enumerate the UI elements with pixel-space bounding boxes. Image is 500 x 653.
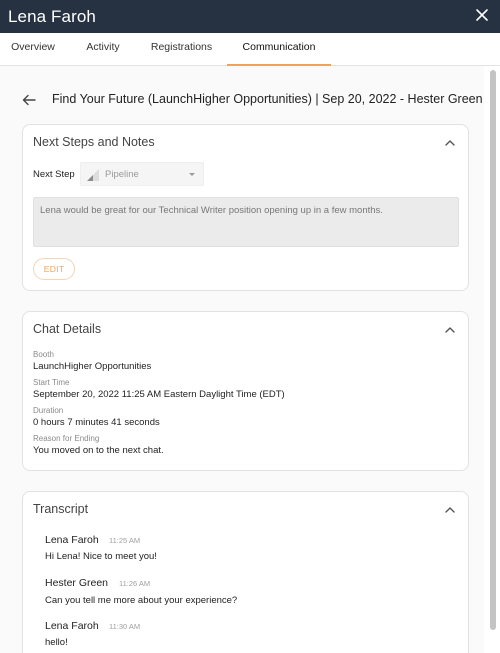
chevron-up-icon[interactable] bbox=[444, 504, 456, 516]
signal-bars-icon bbox=[87, 169, 99, 181]
message-time: 11:25 AM bbox=[109, 536, 141, 545]
page-header: Find Your Future (LaunchHigher Opportuni… bbox=[22, 91, 483, 111]
message-sender: Hester Green bbox=[45, 577, 109, 589]
chevron-up-icon[interactable] bbox=[444, 324, 456, 336]
booth-label: Booth bbox=[33, 350, 54, 359]
tab-communication[interactable]: Communication bbox=[227, 33, 331, 66]
transcript-title: Transcript bbox=[33, 502, 89, 516]
message-time: 11:26 AM bbox=[119, 579, 151, 588]
next-step-label: Next Step bbox=[33, 169, 75, 180]
reason-label: Reason for Ending bbox=[33, 434, 100, 443]
close-icon[interactable] bbox=[474, 7, 490, 23]
message-sender: Lena Faroh bbox=[45, 620, 99, 632]
back-arrow-icon[interactable] bbox=[22, 93, 36, 107]
chevron-up-icon[interactable] bbox=[444, 137, 456, 149]
next-step-value: Pipeline bbox=[105, 169, 139, 180]
chat-details-title: Chat Details bbox=[33, 322, 102, 336]
notes-field[interactable]: Lena would be great for our Technical Wr… bbox=[33, 197, 459, 247]
communication-content[interactable]: Find Your Future (LaunchHigher Opportuni… bbox=[0, 66, 484, 653]
vertical-scrollbar[interactable] bbox=[490, 70, 496, 630]
duration-label: Duration bbox=[33, 406, 64, 415]
chevron-down-icon bbox=[189, 173, 195, 176]
edit-button[interactable]: EDIT bbox=[33, 258, 75, 280]
tab-bar: Overview Activity Registrations Communic… bbox=[0, 33, 500, 66]
duration-value: 0 hours 7 minutes 41 seconds bbox=[33, 417, 160, 428]
next-steps-title: Next Steps and Notes bbox=[33, 135, 155, 149]
contact-name-title: Lena Faroh bbox=[8, 7, 96, 26]
window-header: Lena Faroh bbox=[0, 0, 500, 33]
message-text: Hi Lena! Nice to meet you! bbox=[45, 551, 157, 562]
next-step-select[interactable]: Pipeline bbox=[80, 162, 204, 186]
chat-details-card: Chat Details Booth LaunchHigher Opportun… bbox=[22, 311, 469, 471]
next-steps-card: Next Steps and Notes Next Step Pipeline … bbox=[22, 124, 469, 291]
booth-value: LaunchHigher Opportunities bbox=[33, 361, 152, 372]
tab-registrations[interactable]: Registrations bbox=[143, 33, 220, 66]
transcript-card: Transcript Lena Faroh 11:25 AM Hi Lena! … bbox=[22, 491, 469, 653]
page-title: Find Your Future (LaunchHigher Opportuni… bbox=[52, 92, 483, 106]
tab-activity[interactable]: Activity bbox=[76, 33, 130, 66]
message-text: hello! bbox=[45, 637, 68, 648]
start-time-value: September 20, 2022 11:25 AM Eastern Dayl… bbox=[33, 389, 285, 400]
tab-overview[interactable]: Overview bbox=[0, 33, 66, 66]
start-time-label: Start Time bbox=[33, 378, 70, 387]
message-sender: Lena Faroh bbox=[45, 534, 99, 546]
message-time: 11:30 AM bbox=[109, 622, 141, 631]
message-text: Can you tell me more about your experien… bbox=[45, 595, 238, 606]
reason-value: You moved on to the next chat. bbox=[33, 445, 164, 456]
